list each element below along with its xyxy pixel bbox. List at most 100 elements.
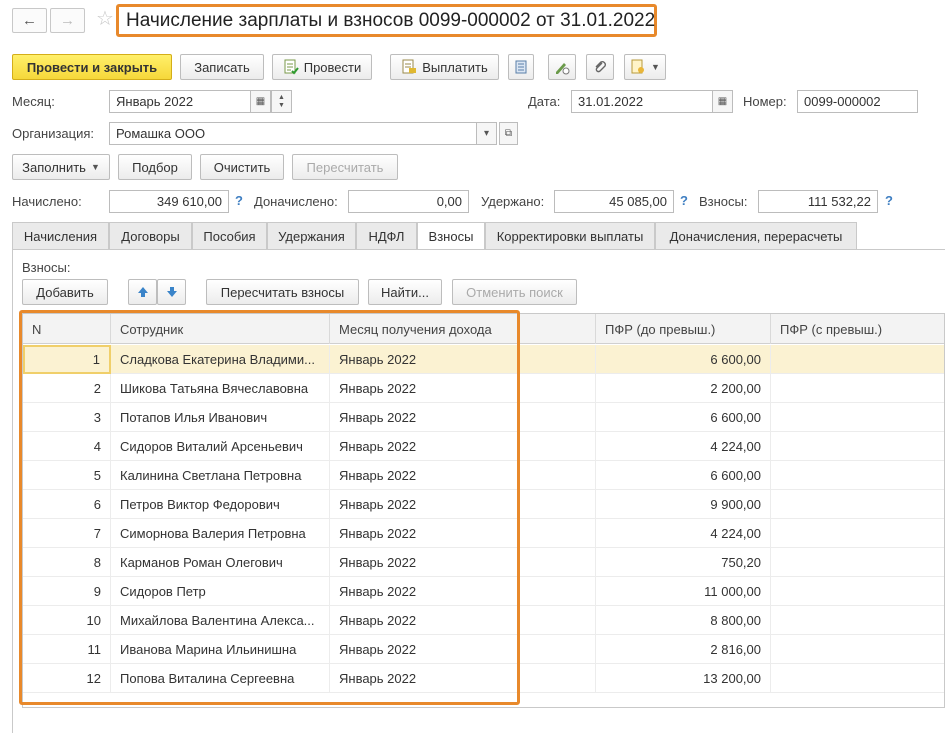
- cell-pfr-below[interactable]: 2 200,00: [596, 374, 771, 403]
- cell-employee[interactable]: Потапов Илья Иванович: [111, 403, 330, 432]
- fill-button[interactable]: Заполнить ▼: [12, 154, 110, 180]
- cell-pfr-below[interactable]: 4 224,00: [596, 519, 771, 548]
- cell-employee[interactable]: Попова Виталина Сергеевна: [111, 664, 330, 693]
- table-row[interactable]: 6 Петров Виктор Федорович Январь 2022 9 900…: [23, 490, 944, 519]
- cell-pfr-below[interactable]: 8 800,00: [596, 606, 771, 635]
- accrued-help-icon[interactable]: ?: [235, 193, 243, 208]
- cell-income-month[interactable]: Январь 2022: [330, 403, 596, 432]
- cell-pfr-below[interactable]: 13 200,00: [596, 664, 771, 693]
- column-header-employee[interactable]: Сотрудник: [111, 314, 330, 344]
- table-row[interactable]: 7 Симорнова Валерия Петровна Январь 2022 4 …: [23, 519, 944, 548]
- attach-button[interactable]: [586, 54, 614, 80]
- column-header-pfr-above[interactable]: ПФР (с превыш.): [771, 314, 944, 344]
- table-row[interactable]: 11 Иванова Марина Ильинишна Январь 2022 2 8…: [23, 635, 944, 664]
- cell-pfr-above[interactable]: [771, 577, 944, 606]
- cell-pfr-below[interactable]: 11 000,00: [596, 577, 771, 606]
- save-button[interactable]: Записать: [180, 54, 264, 80]
- table-row[interactable]: 12 Попова Виталина Сергеевна Январь 2022 13…: [23, 664, 944, 693]
- cell-pfr-above[interactable]: [771, 519, 944, 548]
- cell-n[interactable]: 6: [23, 490, 111, 519]
- table-row[interactable]: 1 Сладкова Екатерина Владими... Январь 202…: [23, 345, 944, 374]
- tab-contracts[interactable]: Договоры: [109, 222, 192, 249]
- cell-employee[interactable]: Петров Виктор Федорович: [111, 490, 330, 519]
- cell-pfr-above[interactable]: [771, 548, 944, 577]
- tab-benefits[interactable]: Пособия: [192, 222, 267, 249]
- cell-income-month[interactable]: Январь 2022: [330, 548, 596, 577]
- table-row[interactable]: 2 Шикова Татьяна Вячеславовна Январь 2022 2…: [23, 374, 944, 403]
- organization-dropdown-button[interactable]: ▾: [476, 122, 497, 145]
- cell-pfr-below[interactable]: 750,20: [596, 548, 771, 577]
- number-field[interactable]: 0099-000002: [797, 90, 918, 113]
- cell-pfr-above[interactable]: [771, 490, 944, 519]
- cell-n[interactable]: 5: [23, 461, 111, 490]
- clear-button[interactable]: Очистить: [200, 154, 284, 180]
- withheld-help-icon[interactable]: ?: [680, 193, 688, 208]
- column-header-pfr-below[interactable]: ПФР (до превыш.): [596, 314, 771, 344]
- cell-pfr-above[interactable]: [771, 606, 944, 635]
- pay-button[interactable]: Выплатить: [390, 54, 499, 80]
- cell-pfr-above[interactable]: [771, 635, 944, 664]
- cell-pfr-above[interactable]: [771, 403, 944, 432]
- cell-pfr-below[interactable]: 6 600,00: [596, 461, 771, 490]
- table-row[interactable]: 10 Михайлова Валентина Алекса... Январь 20…: [23, 606, 944, 635]
- more-actions-button[interactable]: ▼: [624, 54, 666, 80]
- cell-n[interactable]: 1: [23, 345, 111, 374]
- journal-button[interactable]: [508, 54, 534, 80]
- cell-pfr-below[interactable]: 6 600,00: [596, 345, 771, 374]
- tab-deductions[interactable]: Удержания: [267, 222, 356, 249]
- table-row[interactable]: 5 Калинина Светлана Петровна Январь 2022 6 …: [23, 461, 944, 490]
- post-button[interactable]: Провести: [272, 54, 372, 80]
- cell-pfr-below[interactable]: 4 224,00: [596, 432, 771, 461]
- contributions-help-icon[interactable]: ?: [885, 193, 893, 208]
- cancel-search-button[interactable]: Отменить поиск: [452, 279, 577, 305]
- cell-n[interactable]: 11: [23, 635, 111, 664]
- month-spinner[interactable]: ▲ ▼: [271, 90, 292, 113]
- table-row[interactable]: 9 Сидоров Петр Январь 2022 11 000,00: [23, 577, 944, 606]
- tab-accruals[interactable]: Начисления: [12, 222, 109, 249]
- cell-employee[interactable]: Калинина Светлана Петровна: [111, 461, 330, 490]
- cell-n[interactable]: 8: [23, 548, 111, 577]
- cell-income-month[interactable]: Январь 2022: [330, 432, 596, 461]
- cell-pfr-below[interactable]: 6 600,00: [596, 403, 771, 432]
- cell-income-month[interactable]: Январь 2022: [330, 577, 596, 606]
- cell-income-month[interactable]: Январь 2022: [330, 635, 596, 664]
- contributions-table[interactable]: N Сотрудник Месяц получения дохода ПФР (…: [22, 313, 945, 708]
- cell-employee[interactable]: Михайлова Валентина Алекса...: [111, 606, 330, 635]
- column-header-income-month[interactable]: Месяц получения дохода: [330, 314, 596, 344]
- cell-n[interactable]: 10: [23, 606, 111, 635]
- back-button[interactable]: ←: [12, 8, 47, 33]
- forward-button[interactable]: →: [50, 8, 85, 33]
- cell-employee[interactable]: Сладкова Екатерина Владими...: [111, 345, 330, 374]
- move-up-button[interactable]: [128, 279, 157, 305]
- cell-n[interactable]: 7: [23, 519, 111, 548]
- cell-employee[interactable]: Иванова Марина Ильинишна: [111, 635, 330, 664]
- column-header-n[interactable]: N: [23, 314, 111, 344]
- organization-field[interactable]: Ромашка ООО: [109, 122, 477, 145]
- recalculate-contributions-button[interactable]: Пересчитать взносы: [206, 279, 359, 305]
- tab-contributions[interactable]: Взносы: [417, 222, 485, 250]
- cell-employee[interactable]: Шикова Татьяна Вячеславовна: [111, 374, 330, 403]
- table-row[interactable]: 3 Потапов Илья Иванович Январь 2022 6 600,0…: [23, 403, 944, 432]
- edit-signature-button[interactable]: [548, 54, 576, 80]
- cell-n[interactable]: 12: [23, 664, 111, 693]
- organization-open-button[interactable]: ⧉: [499, 122, 518, 145]
- cell-income-month[interactable]: Январь 2022: [330, 490, 596, 519]
- cell-employee[interactable]: Сидоров Петр: [111, 577, 330, 606]
- recalculate-button[interactable]: Пересчитать: [292, 154, 398, 180]
- cell-n[interactable]: 2: [23, 374, 111, 403]
- post-and-close-button[interactable]: Провести и закрыть: [12, 54, 172, 80]
- cell-income-month[interactable]: Январь 2022: [330, 345, 596, 374]
- select-button[interactable]: Подбор: [118, 154, 192, 180]
- cell-pfr-above[interactable]: [771, 664, 944, 693]
- tab-recalculations[interactable]: Доначисления, перерасчеты: [655, 222, 857, 249]
- cell-employee[interactable]: Симорнова Валерия Петровна: [111, 519, 330, 548]
- month-field[interactable]: Январь 2022: [109, 90, 251, 113]
- find-button[interactable]: Найти...: [368, 279, 442, 305]
- cell-n[interactable]: 3: [23, 403, 111, 432]
- tab-ndfl[interactable]: НДФЛ: [356, 222, 417, 249]
- date-calendar-button[interactable]: ▦: [712, 90, 733, 113]
- cell-employee[interactable]: Карманов Роман Олегович: [111, 548, 330, 577]
- cell-income-month[interactable]: Январь 2022: [330, 606, 596, 635]
- tab-payment-adjustments[interactable]: Корректировки выплаты: [485, 222, 655, 249]
- add-button[interactable]: Добавить: [22, 279, 108, 305]
